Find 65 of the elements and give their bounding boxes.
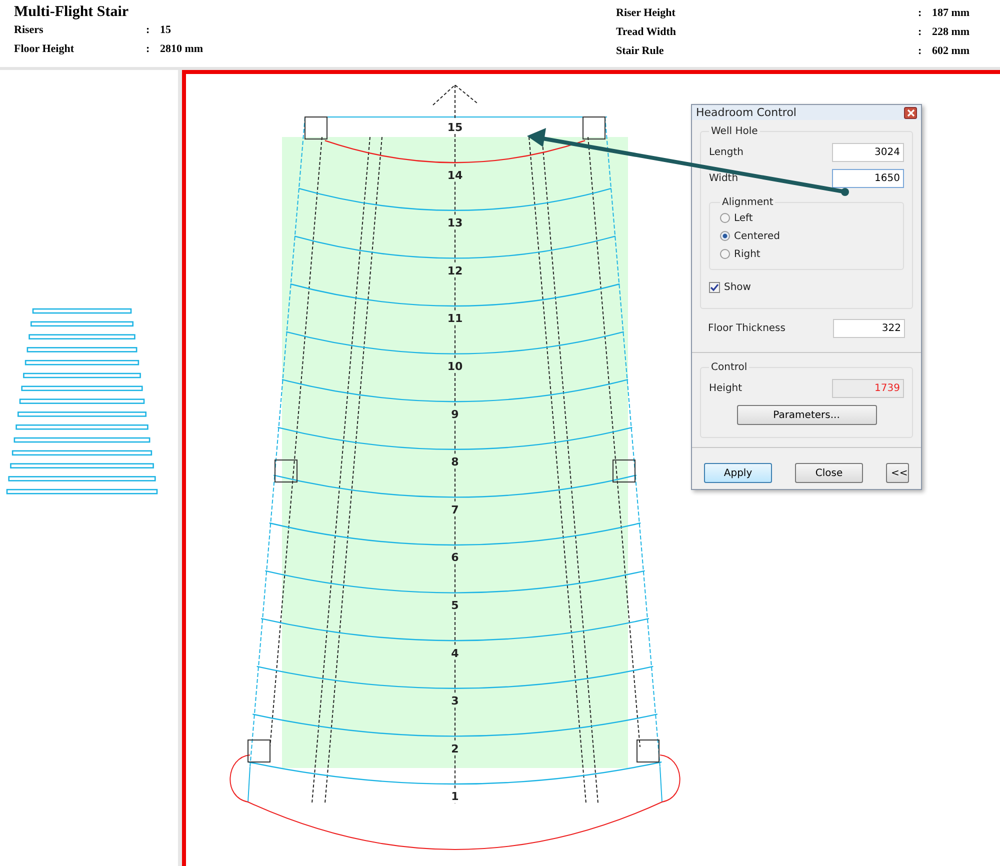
alignment-option[interactable]: Left — [720, 209, 893, 227]
field-value: 228 mm — [932, 25, 970, 40]
field-value: 2810 mm — [160, 42, 204, 57]
alignment-option[interactable]: Centered — [720, 227, 893, 245]
post-square — [582, 116, 606, 140]
field-separator: : — [918, 44, 923, 59]
close-icon[interactable] — [904, 106, 917, 118]
dialog-button[interactable]: Close — [795, 463, 863, 483]
post-square — [612, 460, 636, 482]
step-number: 2 — [451, 742, 459, 756]
step-number: 10 — [447, 360, 463, 373]
field-label: Floor Thickness — [708, 322, 786, 334]
floor-thickness-input[interactable]: 322 — [833, 318, 905, 338]
height-value: 1739 — [832, 378, 904, 398]
step-number: 4 — [451, 646, 459, 660]
radio-icon[interactable] — [720, 213, 730, 223]
width-input[interactable]: 1650 — [832, 168, 904, 188]
stair-title: Multi-Flight Stair — [14, 3, 130, 21]
field-label: Riser Height — [616, 6, 676, 21]
group-title: Alignment — [721, 197, 774, 208]
step-number: 12 — [447, 264, 463, 278]
step-number: 5 — [451, 599, 459, 612]
field-label: Floor Height — [14, 42, 75, 57]
step-number: 9 — [451, 408, 459, 421]
step-number: 1 — [451, 790, 459, 804]
step-number: 7 — [451, 503, 459, 516]
dialog-button[interactable]: << — [886, 463, 909, 483]
group-title: Control — [710, 362, 748, 373]
checkbox-label: Show — [724, 282, 751, 292]
radio-icon[interactable] — [720, 249, 730, 259]
step-number: 8 — [451, 456, 459, 469]
post-square — [304, 116, 328, 140]
step-number: 15 — [447, 121, 463, 134]
group-title: Well Hole — [710, 126, 759, 137]
field-separator: : — [146, 23, 151, 38]
dialog-title: Headroom Control — [696, 106, 796, 119]
parameters-button[interactable]: Parameters... — [736, 405, 876, 425]
field-label: Length — [709, 146, 744, 158]
step-number: 14 — [447, 168, 463, 182]
field-label: Tread Width — [616, 25, 678, 40]
option-label: Centered — [734, 230, 780, 242]
dialog-button[interactable]: Apply — [704, 463, 772, 483]
post-square — [248, 740, 270, 762]
option-label: Left — [734, 212, 753, 224]
step-number: 6 — [451, 551, 459, 564]
field-value: 602 mm — [932, 44, 970, 59]
field-label: Height — [709, 382, 742, 394]
step-number: 3 — [451, 694, 459, 708]
field-label: Risers — [14, 23, 44, 38]
field-value: 187 mm — [932, 6, 970, 21]
alignment-option[interactable]: Right — [720, 245, 893, 263]
step-number: 11 — [447, 312, 463, 326]
field-separator: : — [918, 25, 923, 40]
length-input[interactable]: 3024 — [832, 142, 904, 162]
field-label: Stair Rule — [616, 44, 665, 59]
post-square — [636, 740, 660, 762]
option-label: Right — [734, 248, 760, 260]
radio-icon[interactable] — [720, 231, 730, 241]
step-number: 13 — [447, 216, 463, 230]
field-separator: : — [146, 42, 151, 57]
field-value: 15 — [160, 23, 171, 38]
field-separator: : — [918, 6, 923, 21]
post-square — [274, 460, 298, 482]
show-checkbox[interactable] — [709, 282, 720, 292]
field-label: Width — [709, 172, 738, 184]
